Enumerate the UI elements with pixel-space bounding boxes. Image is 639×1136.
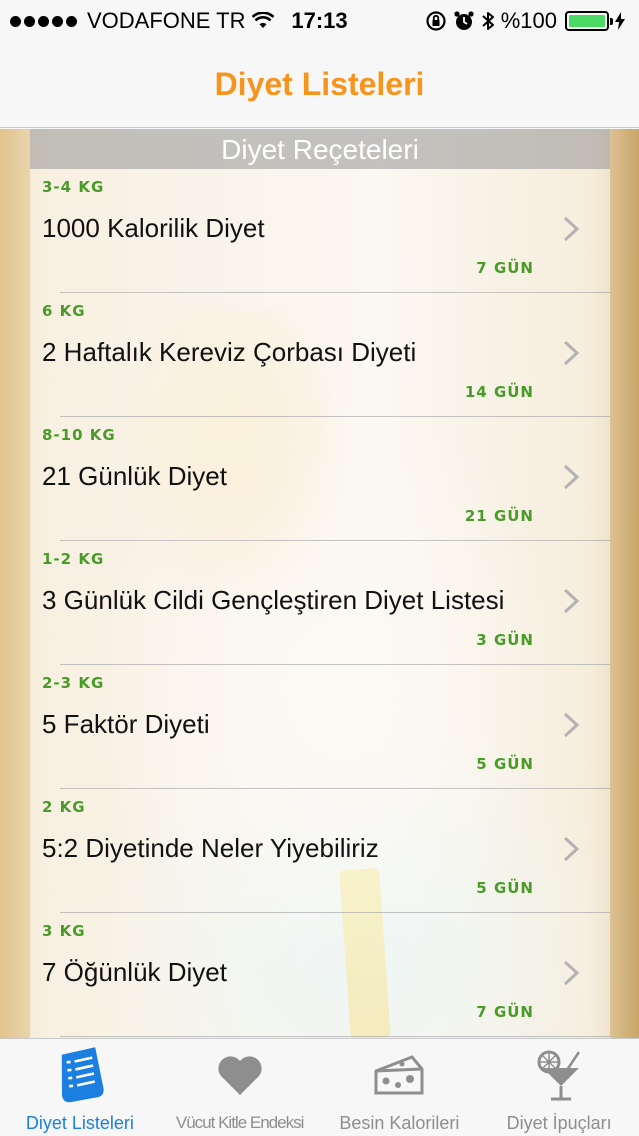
- weight-loss-label: 1-2 KG: [42, 550, 105, 568]
- list-item-diet-4[interactable]: 2-3 KG 5 Faktör Diyeti 5 GÜN: [30, 665, 610, 789]
- bluetooth-icon: [481, 10, 495, 32]
- duration-label: 5 GÜN: [476, 879, 534, 897]
- weight-loss-label: 2 KG: [42, 798, 86, 816]
- diet-title: 2 Haftalık Kereviz Çorbası Diyeti: [42, 337, 417, 367]
- list-item-diet-2[interactable]: 8-10 KG 21 Günlük Diyet 21 GÜN: [30, 417, 610, 541]
- duration-label: 7 GÜN: [476, 259, 534, 277]
- section-header: Diyet Reçeteleri: [30, 129, 610, 169]
- navigation-bar: Diyet Listeleri: [0, 42, 639, 128]
- diet-title: 5:2 Diyetinde Neler Yiyebiliriz: [42, 833, 379, 863]
- carrier-label: VODAFONE TR: [87, 8, 246, 33]
- charging-icon: [615, 12, 625, 30]
- chevron-right-icon: [563, 588, 580, 614]
- tab-label: Diyet Listeleri: [25, 1113, 134, 1133]
- heart-icon: [216, 1047, 264, 1103]
- list-item-diet-0[interactable]: 3-4 KG 1000 Kalorilik Diyet 7 GÜN: [30, 169, 610, 293]
- diet-title: 5 Faktör Diyeti: [42, 709, 210, 739]
- chevron-right-icon: [563, 464, 580, 490]
- battery-icon: [565, 11, 613, 31]
- weight-loss-label: 8-10 KG: [42, 426, 116, 444]
- duration-label: 5 GÜN: [476, 755, 534, 773]
- tab-bar: Diyet Listeleri Vücut Kitle Endeksi Besi…: [0, 1038, 639, 1136]
- tab-label: Vücut Kitle Endeksi: [175, 1113, 304, 1132]
- cocktail-icon: [533, 1047, 585, 1103]
- tab-diyet-listeleri[interactable]: Diyet Listeleri: [0, 1039, 160, 1136]
- weight-loss-label: 6 KG: [42, 302, 86, 320]
- diet-list[interactable]: 3-4 KG 1000 Kalorilik Diyet 7 GÜN 6 KG 2…: [30, 169, 610, 1037]
- duration-label: 14 GÜN: [464, 383, 534, 401]
- wifi-icon: [251, 12, 274, 30]
- rotation-lock-icon: [425, 10, 447, 32]
- chevron-right-icon: [563, 340, 580, 366]
- duration-label: 3 GÜN: [476, 631, 534, 649]
- diet-list-content[interactable]: Diyet Reçeteleri 3-4 KG 1000 Kalorilik D…: [0, 129, 639, 1038]
- list-item-diet-5[interactable]: 2 KG 5:2 Diyetinde Neler Yiyebiliriz 5 G…: [30, 789, 610, 913]
- battery-percentage: %100: [500, 8, 557, 33]
- diet-title: 21 Günlük Diyet: [42, 461, 227, 491]
- tab-diyet-ipuclari[interactable]: Diyet İpuçları: [479, 1039, 639, 1136]
- status-bar: VODAFONE TR 17:13 %100: [0, 0, 639, 42]
- list-item-diet-1[interactable]: 6 KG 2 Haftalık Kereviz Çorbası Diyeti 1…: [30, 293, 610, 417]
- signal-strength-icon: [10, 15, 77, 27]
- chevron-right-icon: [563, 836, 580, 862]
- weight-loss-label: 2-3 KG: [42, 674, 105, 692]
- tab-vucut-kitle-endeksi[interactable]: Vücut Kitle Endeksi: [160, 1039, 320, 1136]
- page-title: Diyet Listeleri: [214, 66, 425, 102]
- weight-loss-label: 3-4 KG: [42, 178, 105, 196]
- list-document-icon: [54, 1047, 106, 1103]
- chevron-right-icon: [563, 960, 580, 986]
- tab-label: Besin Kalorileri: [339, 1113, 460, 1133]
- duration-label: 7 GÜN: [476, 1003, 534, 1021]
- tab-label: Diyet İpuçları: [506, 1113, 612, 1133]
- chevron-right-icon: [563, 216, 580, 242]
- tab-besin-kalorileri[interactable]: Besin Kalorileri: [320, 1039, 480, 1136]
- diet-title: 1000 Kalorilik Diyet: [42, 213, 265, 243]
- list-item-diet-6[interactable]: 3 KG 7 Öğünlük Diyet 7 GÜN: [30, 913, 610, 1037]
- list-item-diet-3[interactable]: 1-2 KG 3 Günlük Cildi Gençleştiren Diyet…: [30, 541, 610, 665]
- duration-label: 21 GÜN: [464, 507, 534, 525]
- diet-title: 3 Günlük Cildi Gençleştiren Diyet Listes…: [42, 585, 505, 615]
- diet-title: 7 Öğünlük Diyet: [42, 957, 227, 987]
- cheese-icon: [372, 1047, 426, 1103]
- weight-loss-label: 3 KG: [42, 922, 86, 940]
- alarm-icon: [453, 10, 475, 32]
- chevron-right-icon: [563, 712, 580, 738]
